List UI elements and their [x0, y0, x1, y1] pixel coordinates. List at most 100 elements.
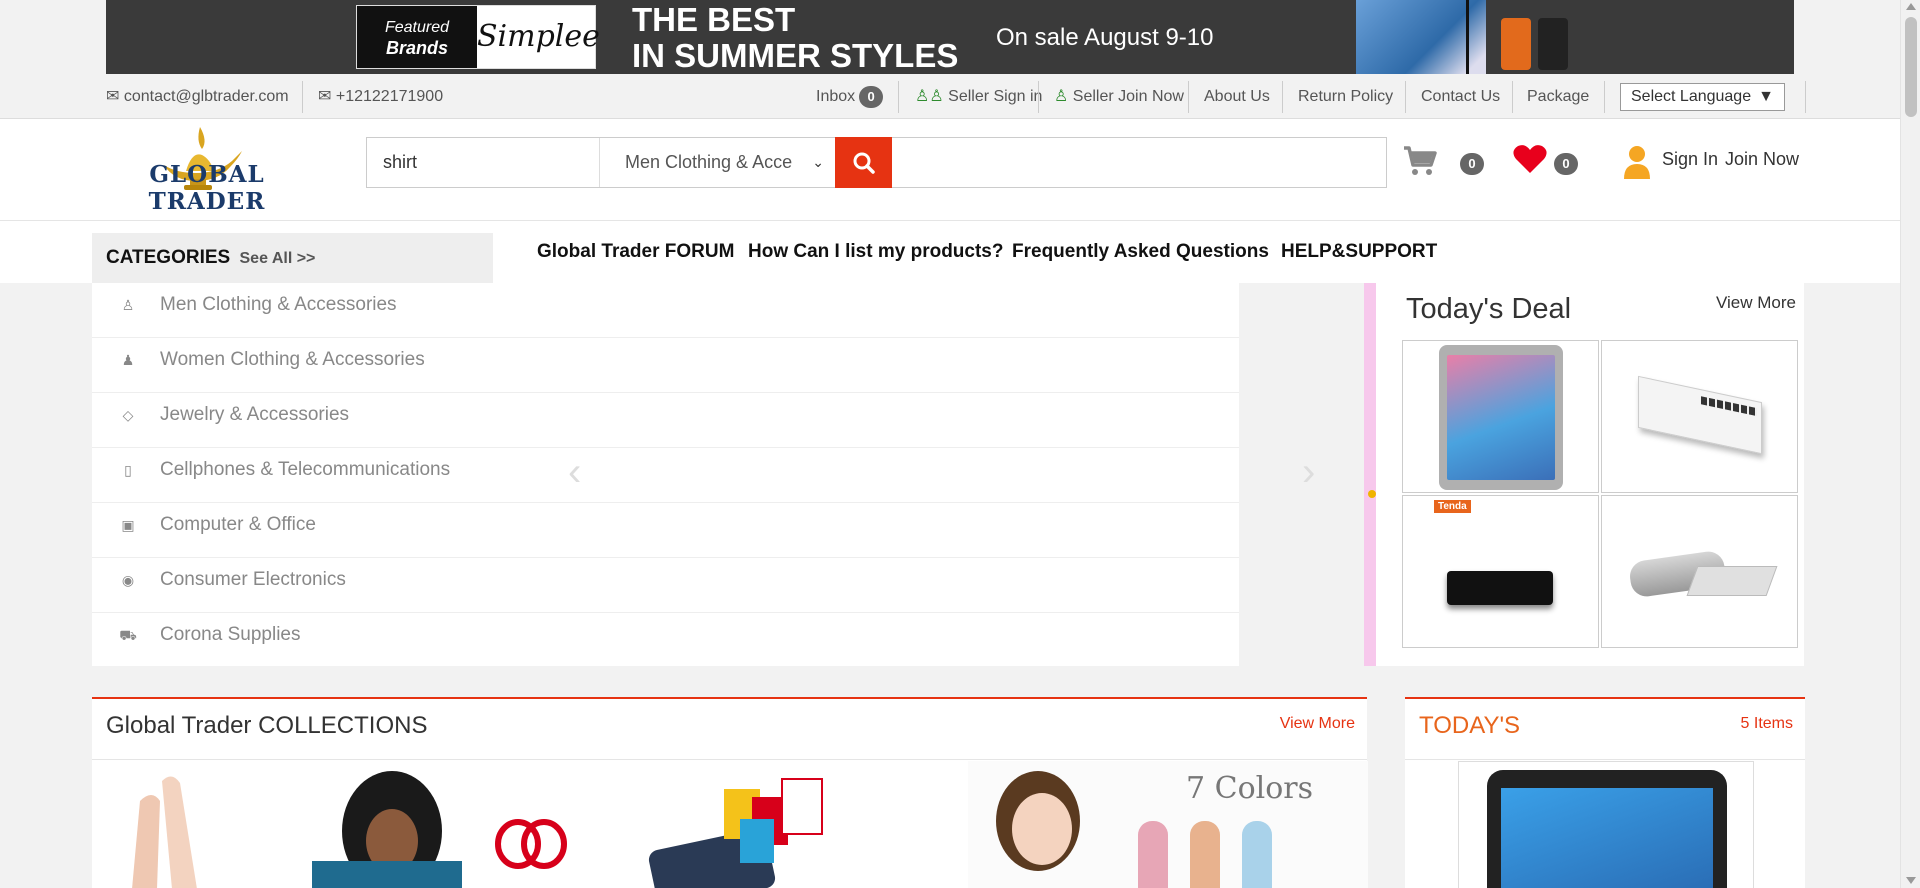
headline-line1: THE BEST	[632, 1, 796, 38]
deal-product-speaker[interactable]	[1601, 495, 1798, 648]
child-image	[996, 771, 1080, 871]
seller-signin-link[interactable]: ♙♙ Seller Sign in	[915, 74, 1042, 119]
divider	[898, 81, 899, 113]
router-image	[1447, 571, 1553, 605]
collection-red-ring-image[interactable]	[492, 799, 572, 888]
divider	[1188, 81, 1189, 113]
divider	[1038, 81, 1039, 113]
wishlist-button[interactable]: 0	[1512, 143, 1578, 180]
collection-kids-image[interactable]: 7 Colors	[968, 761, 1368, 888]
category-item-jewelry[interactable]: ◇ Jewelry & Accessories	[92, 393, 1239, 448]
cart-button[interactable]: 0	[1402, 145, 1484, 182]
contact-link[interactable]: Contact Us	[1421, 74, 1500, 119]
heart-icon	[1513, 145, 1547, 173]
inbox-link[interactable]: Inbox 0	[816, 74, 884, 119]
promo-banner[interactable]: Featured Brands Simplee THE BEST IN SUMME…	[106, 0, 1794, 74]
search-icon	[853, 152, 875, 174]
category-dropdown[interactable]: Men Clothing & Acce ⌄	[601, 138, 834, 187]
category-label: Men Clothing & Accessories	[160, 294, 397, 315]
todays-items-count[interactable]: 5 Items	[1741, 715, 1793, 733]
categories-header[interactable]: CATEGORIES See All >>	[92, 233, 493, 283]
search-input[interactable]	[367, 138, 600, 187]
collection-legs-image[interactable]	[102, 761, 242, 888]
email-link[interactable]: ✉ contact@glbtrader.com	[106, 74, 289, 119]
tablet-screen	[1501, 788, 1713, 888]
user-icon	[1624, 146, 1650, 179]
category-label: Consumer Electronics	[160, 569, 346, 590]
collection-shopping-image[interactable]	[642, 769, 862, 888]
tablet-screen	[1447, 355, 1555, 480]
divider	[1405, 759, 1805, 760]
todays-section: TODAY'S 5 Items	[1405, 697, 1805, 888]
nav-link-forum[interactable]: Global Trader FORUM	[537, 241, 734, 263]
envelope-icon: ✉	[318, 88, 332, 105]
divider	[92, 759, 1367, 760]
user-icon-wrap[interactable]	[1622, 145, 1652, 184]
carousel-next-icon[interactable]: ›	[1302, 450, 1315, 495]
category-item-women[interactable]: ♟ Women Clothing & Accessories	[92, 338, 1239, 393]
search-bar: Men Clothing & Acce ⌄	[366, 137, 1387, 188]
category-item-men[interactable]: ♙ Men Clothing & Accessories	[92, 283, 1239, 338]
scroll-down-icon[interactable]	[1906, 877, 1916, 884]
featured-brands-label: Featured Brands	[357, 6, 477, 68]
category-selected: Men Clothing & Acce	[625, 152, 793, 172]
category-item-computer[interactable]: ▣ Computer & Office	[92, 503, 1239, 558]
phone-link[interactable]: ✉ +12122171900	[318, 74, 443, 119]
divider	[1604, 81, 1605, 113]
cart-icon	[1404, 146, 1437, 175]
deal-product-tablet[interactable]	[1402, 340, 1599, 493]
category-item-electronics[interactable]: ◉ Consumer Electronics	[92, 558, 1239, 613]
colors-text: 7 Colors	[1186, 771, 1314, 806]
todays-deal-panel: Today's Deal View More Tenda	[1364, 283, 1804, 666]
category-label: Jewelry & Accessories	[160, 404, 350, 425]
category-item-corona[interactable]: ⛟ Corona Supplies	[92, 613, 1239, 668]
collections-view-more[interactable]: View More	[1280, 715, 1355, 733]
language-select[interactable]: Select Language ▼	[1620, 83, 1785, 111]
main-nav: CATEGORIES See All >> Global Trader FORU…	[0, 221, 1900, 283]
collections-section: Global Trader COLLECTIONS View More 7 Co…	[92, 697, 1368, 888]
dress-pink	[1138, 821, 1168, 888]
email-text: contact@glbtrader.com	[123, 88, 289, 105]
return-policy-link[interactable]: Return Policy	[1298, 74, 1393, 119]
search-button[interactable]	[835, 137, 892, 188]
category-label: Women Clothing & Accessories	[160, 349, 425, 370]
nav-link-help[interactable]: HELP&SUPPORT	[1281, 241, 1437, 263]
seller-signin-label: Seller Sign in	[948, 88, 1043, 105]
diamond-icon: ◇	[122, 407, 134, 423]
brand-name: Simplee	[477, 6, 600, 68]
nav-link-list-products[interactable]: How Can I list my products?	[748, 241, 1003, 263]
header: GLOBAL TRADER Men Clothing & Acce⌄ 0 0 S	[0, 119, 1900, 221]
divider	[302, 81, 303, 113]
nav-link-faq[interactable]: Frequently Asked Questions	[1012, 241, 1269, 263]
scroll-up-icon[interactable]	[1906, 3, 1916, 10]
join-now-link[interactable]: Join Now	[1725, 149, 1799, 170]
deal-product-router[interactable]: Tenda	[1402, 495, 1599, 648]
collection-woman-image[interactable]	[272, 761, 472, 888]
dress-blue	[1242, 821, 1272, 888]
carousel-prev-icon[interactable]: ‹	[568, 450, 581, 495]
person-icon: ♙	[121, 297, 135, 313]
scroll-thumb[interactable]	[1905, 17, 1917, 117]
deal-product-switch[interactable]	[1601, 340, 1798, 493]
dress-peach	[1190, 821, 1220, 888]
tablet-image	[1439, 345, 1563, 490]
banner-product-orange	[1501, 18, 1531, 70]
triangle-down-icon: ▼	[1758, 88, 1774, 105]
about-link[interactable]: About Us	[1204, 74, 1270, 119]
banner-headline: THE BEST IN SUMMER STYLES	[632, 2, 958, 74]
phone-text: +12122171900	[335, 88, 444, 105]
seller-join-link[interactable]: ♙ Seller Join Now	[1054, 74, 1184, 119]
sign-in-link[interactable]: Sign In	[1662, 149, 1718, 170]
mobile-icon: ▯	[124, 462, 132, 478]
switch-image	[1638, 375, 1762, 455]
todays-product-tablet[interactable]	[1458, 761, 1754, 888]
category-item-cellphones[interactable]: ▯ Cellphones & Telecommunications	[92, 448, 1239, 503]
page-scrollbar[interactable]	[1900, 0, 1920, 888]
top-bar: ✉ contact@glbtrader.com ✉ +12122171900 I…	[0, 74, 1900, 119]
deal-view-more[interactable]: View More	[1716, 293, 1796, 313]
see-all-link[interactable]: See All >>	[240, 250, 316, 267]
site-logo[interactable]: GLOBAL TRADER	[92, 119, 322, 219]
camera-icon: ◉	[121, 572, 135, 588]
package-link[interactable]: Package	[1527, 74, 1589, 119]
categories-label: CATEGORIES	[106, 247, 231, 268]
